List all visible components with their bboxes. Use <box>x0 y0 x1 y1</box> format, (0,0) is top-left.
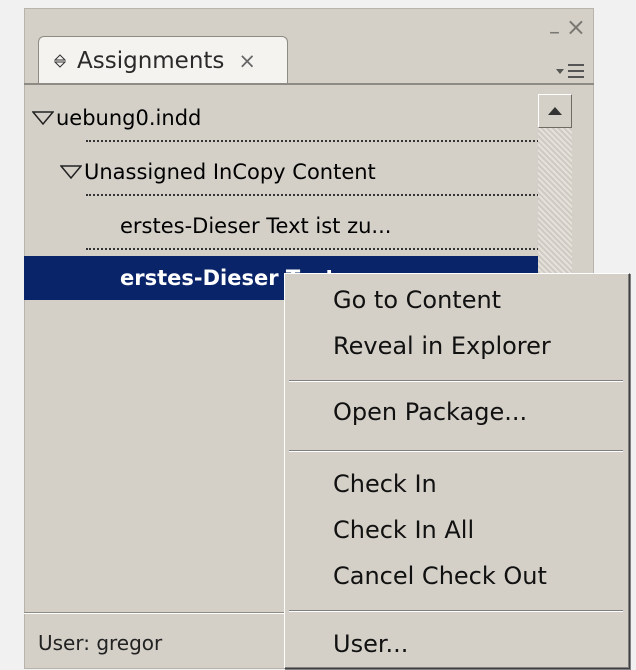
tab-expand-arrows-icon[interactable] <box>53 53 67 68</box>
menu-item-reveal-in-explorer[interactable]: Reveal in Explorer <box>333 332 551 360</box>
panel-menu-icon <box>556 64 584 78</box>
menu-item-open-package[interactable]: Open Package... <box>333 398 527 426</box>
minimize-button[interactable]: – <box>549 22 560 44</box>
scroll-up-button[interactable] <box>538 94 572 128</box>
scroll-up-arrow-icon <box>548 107 562 115</box>
menu-item-check-in[interactable]: Check In <box>333 470 437 498</box>
close-panel-button[interactable]: × <box>566 15 586 39</box>
tree-item-story[interactable]: erstes-Dieser Text ist zu... <box>24 204 544 248</box>
group-name: Unassigned InCopy Content <box>84 160 376 184</box>
story-label: erstes-Dieser Text ist zu... <box>120 214 392 238</box>
panel-menu-button[interactable] <box>552 58 586 84</box>
menu-separator <box>289 610 623 612</box>
menu-item-check-in-all[interactable]: Check In All <box>333 516 474 544</box>
menu-item-go-to-content[interactable]: Go to Content <box>333 286 501 314</box>
menu-item-cancel-check-out[interactable]: Cancel Check Out <box>333 562 547 590</box>
current-user-label: User: gregor <box>38 631 163 655</box>
tab-assignments[interactable]: Assignments × <box>38 36 288 84</box>
tab-close-icon[interactable]: × <box>238 49 256 73</box>
context-menu: Go to Content Reveal in Explorer Open Pa… <box>284 273 630 669</box>
menu-separator <box>289 450 623 452</box>
expand-triangle-icon[interactable] <box>59 160 83 184</box>
tree-divider <box>86 248 542 250</box>
tab-label: Assignments <box>77 47 225 74</box>
tree-divider <box>86 140 542 142</box>
menu-separator <box>289 380 623 382</box>
expand-triangle-icon[interactable] <box>31 106 55 130</box>
menu-item-user[interactable]: User... <box>333 630 408 658</box>
tree-item-unassigned-group[interactable]: Unassigned InCopy Content <box>59 150 580 194</box>
tree-item-document[interactable]: uebung0.indd <box>31 96 552 140</box>
tab-divider <box>24 83 594 85</box>
document-name: uebung0.indd <box>56 106 202 130</box>
tree-divider <box>86 194 542 196</box>
